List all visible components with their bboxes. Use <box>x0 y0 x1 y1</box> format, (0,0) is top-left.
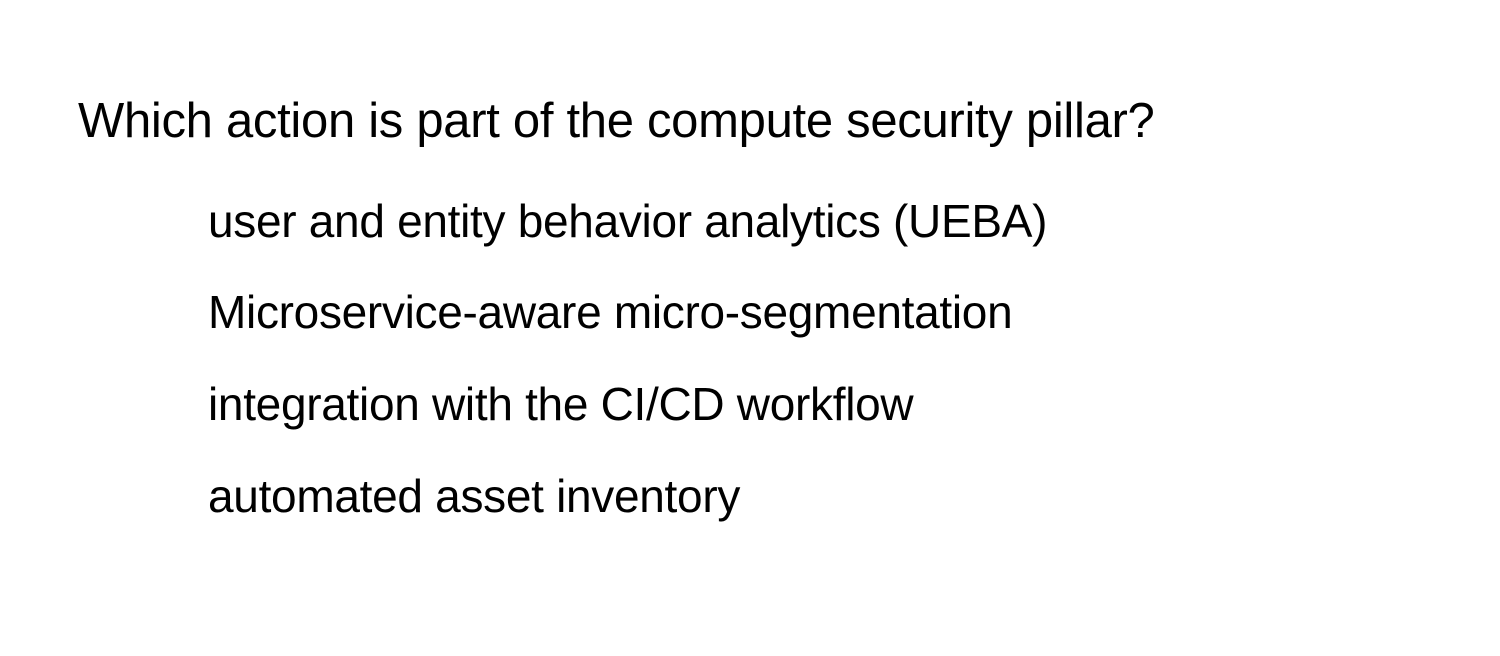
question-text: Which action is part of the compute secu… <box>78 90 1500 154</box>
option-item[interactable]: user and entity behavior analytics (UEBA… <box>208 192 1500 252</box>
options-list: user and entity behavior analytics (UEBA… <box>78 192 1500 527</box>
option-item[interactable]: automated asset inventory <box>208 467 1500 527</box>
option-item[interactable]: integration with the CI/CD workflow <box>208 375 1500 435</box>
option-item[interactable]: Microservice-aware micro-segmentation <box>208 283 1500 343</box>
